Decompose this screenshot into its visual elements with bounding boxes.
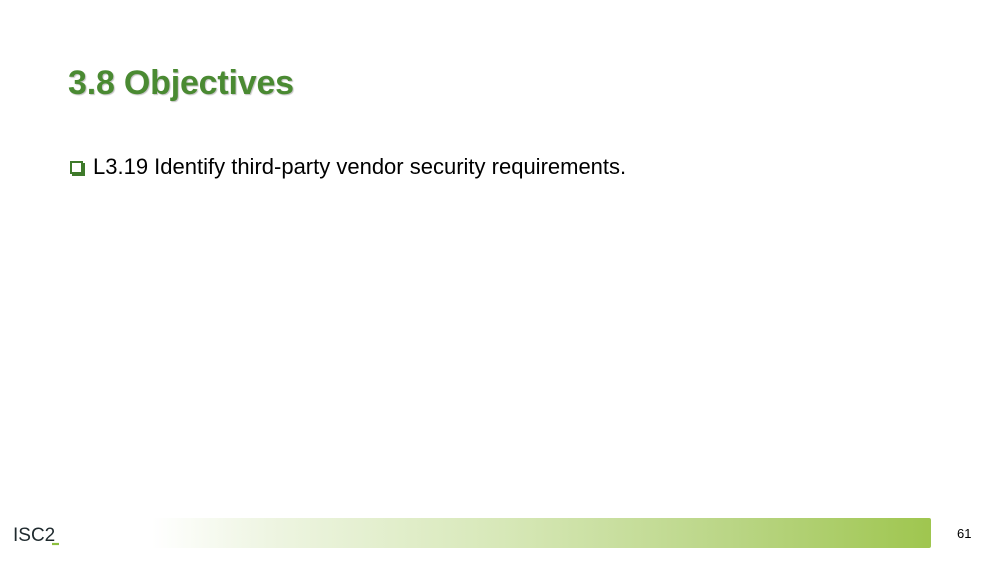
isc2-logo-icon: ISC2 bbox=[13, 525, 59, 546]
page-number: 61 bbox=[957, 526, 972, 541]
footer-gradient-bar bbox=[152, 518, 931, 548]
checkbox-bullet-icon bbox=[70, 161, 83, 174]
objectives-list: L3.19 Identify third-party vendor securi… bbox=[70, 153, 626, 181]
objective-item: L3.19 Identify third-party vendor securi… bbox=[70, 153, 626, 181]
slide-title: 3.8 Objectives bbox=[68, 64, 294, 102]
logo-text: ISC2 bbox=[13, 525, 55, 546]
slide: 3.8 Objectives L3.19 Identify third-part… bbox=[0, 0, 1000, 563]
objective-text: L3.19 Identify third-party vendor securi… bbox=[93, 154, 627, 179]
